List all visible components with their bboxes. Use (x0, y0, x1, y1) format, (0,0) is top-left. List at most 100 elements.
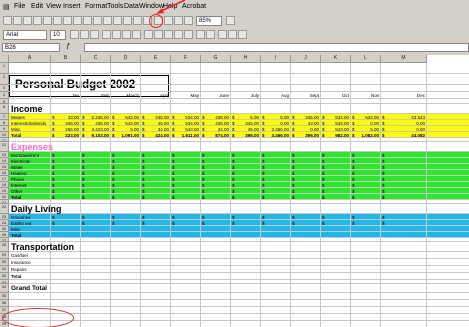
cell[interactable]: $ (351, 170, 381, 175)
cell[interactable] (321, 238, 351, 241)
cell[interactable]: $ (51, 164, 81, 169)
cell[interactable] (291, 266, 321, 272)
open-icon[interactable] (13, 16, 22, 25)
cell[interactable] (141, 242, 171, 251)
cell[interactable]: $ (351, 152, 381, 157)
cell[interactable] (381, 238, 427, 241)
cell[interactable]: $1,611.00 (171, 132, 201, 137)
cell[interactable] (171, 204, 201, 213)
cell[interactable]: Electricity (9, 158, 51, 163)
cell[interactable] (351, 142, 381, 151)
merge-center-icon[interactable] (132, 30, 141, 39)
cell[interactable] (231, 226, 261, 231)
cell[interactable] (111, 74, 141, 84)
cell[interactable] (81, 280, 111, 283)
cell[interactable] (381, 63, 427, 73)
cell[interactable]: $345.00 (291, 114, 321, 119)
cell[interactable]: Heating (9, 170, 51, 175)
cell[interactable] (291, 104, 321, 113)
align-left-icon[interactable] (102, 30, 111, 39)
cell[interactable] (321, 321, 351, 327)
hyperlink-icon[interactable] (133, 16, 142, 25)
cell[interactable]: $ (381, 188, 427, 193)
cell[interactable] (141, 74, 171, 84)
cell[interactable] (231, 300, 261, 306)
cell[interactable]: Eating out (9, 220, 51, 225)
cell[interactable] (351, 232, 381, 237)
cell[interactable]: $266.00 (51, 126, 81, 131)
cell[interactable] (51, 104, 81, 113)
cell[interactable]: $ (381, 182, 427, 187)
cell[interactable] (291, 138, 321, 141)
cell[interactable] (111, 204, 141, 213)
cell[interactable]: $ (201, 194, 231, 199)
cell[interactable] (171, 280, 201, 283)
cell[interactable]: July (231, 92, 261, 98)
cell[interactable] (261, 314, 291, 320)
cell[interactable]: $223.00 (51, 132, 81, 137)
cell[interactable]: Water (9, 164, 51, 169)
cell[interactable]: $0.00 (381, 120, 427, 125)
column-header-d[interactable]: D (111, 55, 141, 63)
cell[interactable] (141, 259, 171, 265)
cell[interactable] (261, 273, 291, 279)
cell[interactable] (381, 99, 427, 103)
cell[interactable] (261, 204, 291, 213)
underline-icon[interactable] (90, 30, 99, 39)
paste-icon[interactable] (93, 16, 102, 25)
cell[interactable] (141, 300, 171, 306)
cell[interactable]: Misc (9, 226, 51, 231)
cell[interactable] (9, 74, 51, 84)
cell[interactable]: $5,245.00 (81, 114, 111, 119)
cell[interactable]: $ (81, 170, 111, 175)
cell[interactable] (291, 259, 321, 265)
cell[interactable] (171, 200, 201, 203)
cell[interactable]: $ (111, 170, 141, 175)
cell[interactable]: $ (231, 176, 261, 181)
cell[interactable] (381, 321, 427, 327)
cell[interactable]: $ (141, 170, 171, 175)
cell[interactable]: $ (351, 194, 381, 199)
cell[interactable] (51, 138, 81, 141)
cell[interactable] (351, 307, 381, 313)
cell[interactable]: $ (351, 220, 381, 225)
cell[interactable] (141, 85, 171, 91)
column-header-a[interactable]: A (9, 55, 51, 63)
cell[interactable]: $ (291, 170, 321, 175)
cell[interactable] (9, 200, 51, 203)
cell[interactable]: $ (171, 194, 201, 199)
cell[interactable]: $ (51, 182, 81, 187)
menu-file[interactable]: File (14, 3, 25, 10)
cell[interactable]: $ (291, 164, 321, 169)
cell[interactable] (381, 232, 427, 237)
cell[interactable] (321, 226, 351, 231)
cell[interactable] (261, 63, 291, 73)
cell[interactable]: $ (51, 176, 81, 181)
cell[interactable] (291, 242, 321, 251)
cell[interactable]: $ (291, 194, 321, 199)
cell[interactable] (261, 238, 291, 241)
cell[interactable]: $ (231, 170, 261, 175)
row-header[interactable]: 12 (0, 142, 9, 152)
cell[interactable]: $5.00 (231, 114, 261, 119)
print-icon[interactable] (33, 16, 42, 25)
sort-desc-icon[interactable] (164, 16, 173, 25)
align-center-icon[interactable] (112, 30, 121, 39)
cell[interactable] (261, 200, 291, 203)
cell[interactable] (81, 293, 111, 299)
comma-icon[interactable] (164, 30, 173, 39)
cell[interactable]: $ (231, 220, 261, 225)
cell[interactable] (111, 242, 141, 251)
cell[interactable]: $ (261, 164, 291, 169)
cell[interactable] (291, 314, 321, 320)
cell[interactable] (231, 232, 261, 237)
cell[interactable] (111, 99, 141, 103)
cell[interactable] (351, 99, 381, 103)
cell[interactable]: $ (201, 152, 231, 157)
cell[interactable]: $874.00 (201, 132, 231, 137)
cell[interactable] (321, 266, 351, 272)
cell[interactable] (351, 85, 381, 91)
cell[interactable]: $ (321, 170, 351, 175)
cell[interactable] (111, 232, 141, 237)
cell[interactable] (291, 142, 321, 151)
